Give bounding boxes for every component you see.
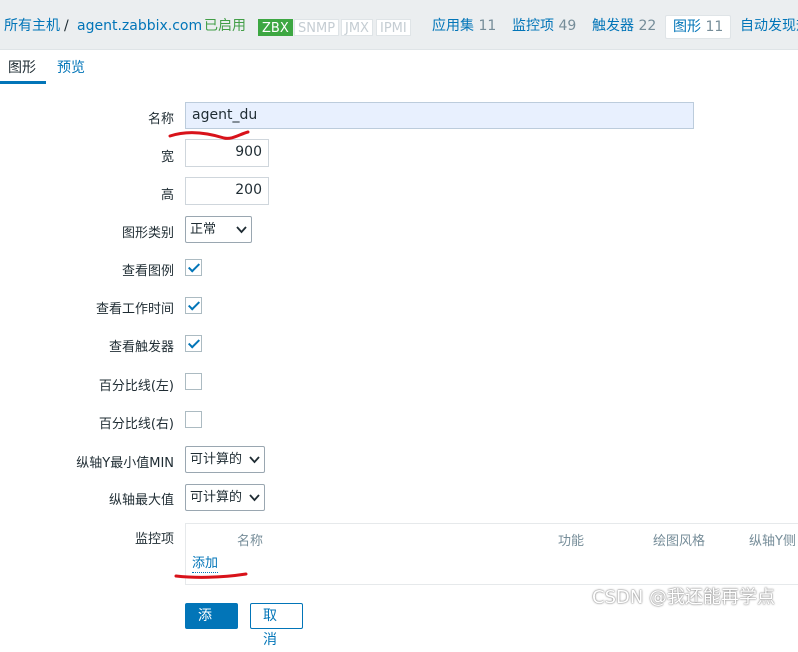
- y-min-value: 可计算的: [190, 452, 243, 467]
- active-tab-indicator: [0, 81, 46, 84]
- nav-tab-label: 应用集: [432, 18, 474, 34]
- y-min-select[interactable]: 可计算的: [185, 446, 265, 473]
- width-input[interactable]: 900: [185, 139, 269, 167]
- interface-badge-snmp: SNMP: [294, 19, 340, 36]
- nav-tab-triggers[interactable]: 触发器 22: [592, 17, 656, 35]
- items-table: 名称 功能 绘图风格 纵轴Y侧 添加: [185, 523, 798, 585]
- y-max-select[interactable]: 可计算的: [185, 484, 265, 511]
- height-label: 高: [160, 188, 174, 203]
- tab-graph[interactable]: 图形: [8, 59, 36, 77]
- show-legend-label: 查看图例: [121, 264, 174, 279]
- nav-tab-count: 11: [478, 18, 497, 34]
- graph-type-select[interactable]: 正常: [185, 216, 252, 243]
- items-label: 监控项: [134, 532, 174, 547]
- height-input[interactable]: 200: [185, 177, 269, 205]
- nav-tab-label: 自动发现规: [740, 18, 798, 34]
- chevron-down-icon: [249, 447, 260, 481]
- nav-tab-count: 22: [638, 18, 657, 34]
- graph-type-value: 正常: [190, 222, 217, 237]
- column-header-draw-style: 绘图风格: [653, 534, 706, 549]
- host-navigation-bar: 所有主机 / agent.zabbix.com 已启用 ZBX SNMP JMX…: [0, 0, 798, 50]
- y-max-label: 纵轴最大值: [108, 493, 174, 508]
- nav-tab-label: 图形: [673, 19, 701, 35]
- interface-badge-ipmi: IPMI: [376, 19, 411, 36]
- breadcrumb-all-hosts[interactable]: 所有主机: [4, 17, 60, 35]
- show-legend-checkbox[interactable]: [185, 259, 202, 276]
- show-working-time-label: 查看工作时间: [95, 302, 174, 317]
- nav-tab-items[interactable]: 监控项 49: [512, 17, 576, 35]
- chevron-down-icon: [236, 217, 247, 251]
- percentile-left-checkbox[interactable]: [185, 373, 202, 390]
- cancel-button[interactable]: 取消: [250, 603, 303, 648]
- percentile-right-label: 百分比线(右): [98, 417, 174, 432]
- tab-preview[interactable]: 预览: [57, 59, 85, 77]
- show-triggers-label: 查看触发器: [108, 340, 174, 355]
- host-status[interactable]: 已启用: [204, 17, 246, 35]
- chevron-down-icon: [249, 485, 260, 519]
- name-label: 名称: [147, 112, 174, 127]
- show-triggers-checkbox[interactable]: [185, 335, 202, 352]
- nav-tab-applications[interactable]: 应用集 11: [432, 17, 496, 35]
- breadcrumb-host[interactable]: agent.zabbix.com: [77, 17, 202, 35]
- nav-tab-discovery[interactable]: 自动发现规: [740, 17, 798, 35]
- graph-type-label: 图形类别: [121, 226, 174, 241]
- add-button[interactable]: 添加: [185, 603, 238, 648]
- y-min-label: 纵轴Y最小值MIN: [76, 456, 174, 471]
- column-header-name: 名称: [237, 534, 264, 549]
- form-tabs: 图形 预览: [0, 51, 798, 84]
- csdn-watermark: CSDN @我还能再学点: [592, 587, 776, 608]
- name-input[interactable]: agent_du: [185, 102, 694, 129]
- add-item-link[interactable]: 添加: [192, 556, 219, 573]
- percentile-left-label: 百分比线(左): [98, 379, 174, 394]
- column-header-function: 功能: [558, 534, 585, 549]
- percentile-right-checkbox[interactable]: [185, 411, 202, 428]
- column-header-y-axis-side: 纵轴Y侧: [749, 534, 796, 549]
- interface-badge-jmx: JMX: [341, 19, 373, 36]
- nav-tab-count: 49: [558, 18, 577, 34]
- nav-tab-graphs[interactable]: 图形 11: [665, 15, 732, 39]
- show-working-time-checkbox[interactable]: [185, 297, 202, 314]
- nav-tab-label: 监控项: [512, 18, 554, 34]
- nav-tab-count: 11: [705, 19, 724, 35]
- interface-badge-zbx: ZBX: [258, 19, 293, 36]
- width-label: 宽: [160, 150, 174, 165]
- nav-tab-label: 触发器: [592, 18, 634, 34]
- y-max-value: 可计算的: [190, 490, 243, 505]
- breadcrumb-separator: /: [64, 18, 69, 34]
